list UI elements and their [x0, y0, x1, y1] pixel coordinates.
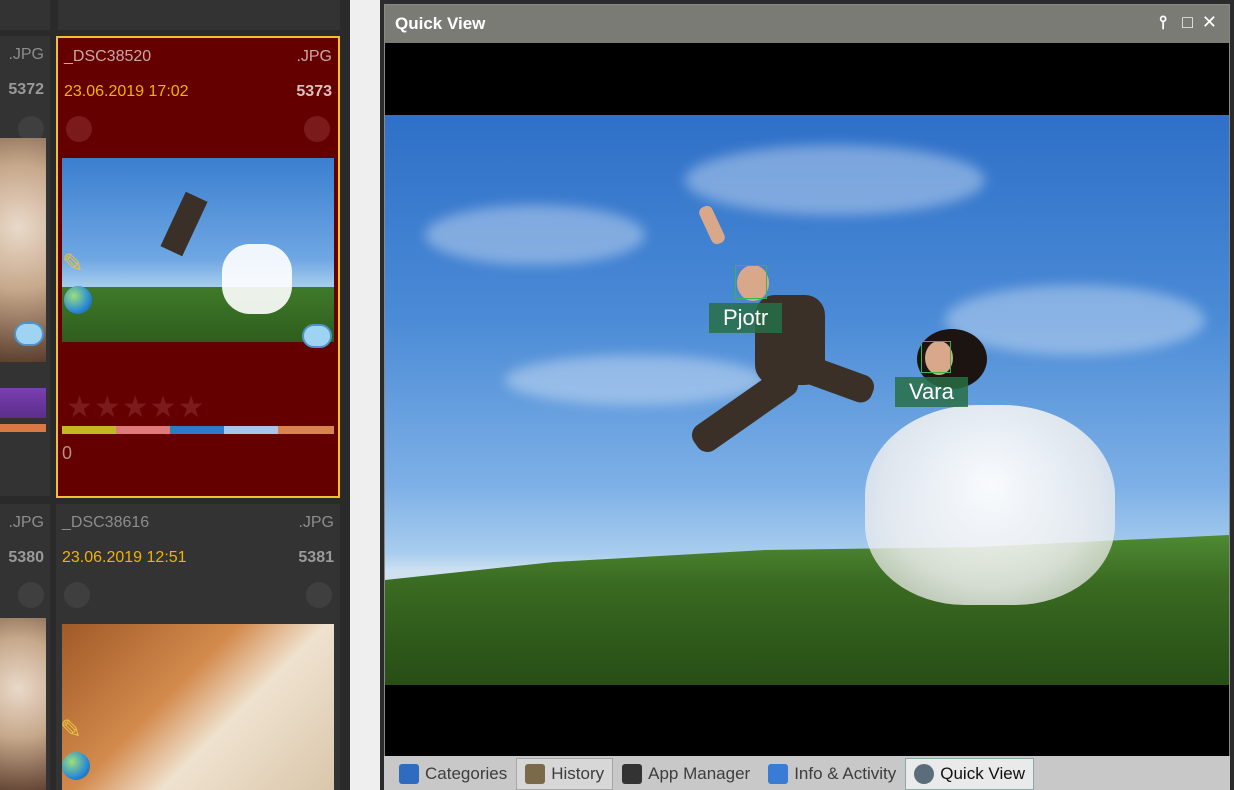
color-bar [0, 424, 46, 432]
file-extension: .JPG [298, 514, 334, 531]
comment-icon[interactable] [14, 322, 44, 346]
tab-label: App Manager [648, 764, 751, 783]
info-icon [768, 764, 789, 784]
man-figure [160, 191, 208, 257]
rating-stars[interactable]: ★★★★★ [66, 390, 205, 425]
tab-history[interactable]: History [516, 758, 614, 790]
face-label-vara[interactable]: Vara [895, 377, 968, 407]
thumbnail-card-prev-left[interactable] [0, 0, 50, 30]
tab-quick-view[interactable]: Quick View [905, 758, 1034, 790]
thumbnail-card[interactable]: .JPG 5380 [0, 504, 50, 790]
close-icon[interactable]: ✕ [1202, 12, 1217, 33]
file-date: 23.06.2019 17:02 [64, 83, 189, 100]
cloud [425, 205, 645, 265]
cloud [945, 285, 1205, 355]
file-number: 5381 [298, 549, 334, 566]
thumbnail-image[interactable] [62, 158, 334, 342]
tab-label: History [551, 764, 605, 783]
man-arm [697, 203, 727, 247]
panel-title-bar: Quick View ⫯ □ ✕ [385, 5, 1229, 43]
pin-icon[interactable]: ⫯ [1159, 12, 1167, 33]
file-name: _DSC38520 [64, 48, 152, 65]
face-box-vara[interactable] [921, 341, 951, 373]
thumbnail-image[interactable] [62, 624, 334, 790]
color-label [0, 388, 46, 418]
cloud [505, 355, 765, 405]
thumbnail-card-prev[interactable] [58, 0, 340, 30]
thumbnail-image[interactable] [0, 618, 46, 790]
file-number: 5373 [296, 83, 332, 100]
comment-count: 0 [62, 443, 73, 463]
categories-icon [399, 764, 419, 784]
tab-label: Categories [425, 764, 508, 783]
color-bar [62, 426, 334, 434]
comment-icon[interactable] [302, 324, 332, 348]
file-number: 5380 [8, 549, 44, 566]
wedding-dress [865, 405, 1115, 605]
cloud [685, 145, 985, 215]
file-extension: .JPG [8, 514, 44, 531]
face-label-pjotr[interactable]: Pjotr [709, 303, 783, 333]
dress-figure [222, 244, 292, 314]
globe-icon[interactable] [64, 286, 92, 314]
info-icon[interactable] [306, 582, 332, 608]
file-name: _DSC38616 [62, 514, 150, 531]
panel-tab-strip: Categories History App Manager Info & Ac… [384, 756, 1230, 790]
thumbnail-card[interactable]: .JPG 5372 [0, 36, 50, 496]
thumbnail-grid[interactable]: .JPG 5372 _DSC38520 .JPG 23.06.2019 17:0… [0, 0, 350, 790]
shield-icon[interactable] [66, 116, 92, 142]
preview-image[interactable]: Pjotr Vara [385, 115, 1229, 685]
file-date: 23.06.2019 12:51 [62, 549, 187, 566]
tab-label: Info & Activity [794, 764, 897, 783]
pencil-icon[interactable]: ✎ [60, 714, 90, 744]
maximize-icon[interactable]: □ [1182, 12, 1193, 33]
file-number: 5372 [8, 81, 44, 98]
tab-label: Quick View [940, 764, 1025, 783]
app-window: .JPG 5372 _DSC38520 .JPG 23.06.2019 17:0… [0, 0, 1234, 790]
file-extension: .JPG [296, 48, 332, 65]
shield-icon[interactable] [64, 582, 90, 608]
globe-icon[interactable] [62, 752, 90, 780]
app-manager-icon [622, 764, 643, 784]
tab-app-manager[interactable]: App Manager [613, 758, 759, 790]
info-icon[interactable] [18, 582, 44, 608]
tab-info-activity[interactable]: Info & Activity [759, 758, 905, 790]
pencil-icon[interactable]: ✎ [62, 248, 92, 278]
history-icon [525, 764, 546, 784]
face-box-pjotr[interactable] [735, 265, 767, 299]
magnifier-icon [914, 764, 935, 784]
label-icon[interactable] [304, 116, 330, 142]
panel-title: Quick View [395, 14, 486, 33]
file-extension: .JPG [8, 46, 44, 63]
tab-categories[interactable]: Categories [390, 758, 516, 790]
thumbnail-card[interactable]: _DSC38616 .JPG 23.06.2019 12:51 5381 ✎ [56, 504, 340, 790]
quick-view-panel: Quick View ⫯ □ ✕ Pjotr Vara [384, 4, 1230, 790]
splitter[interactable] [350, 0, 380, 790]
thumbnail-card-selected[interactable]: _DSC38520 .JPG 23.06.2019 17:02 5373 ✎ ★… [56, 36, 340, 498]
man-leg [792, 352, 878, 406]
